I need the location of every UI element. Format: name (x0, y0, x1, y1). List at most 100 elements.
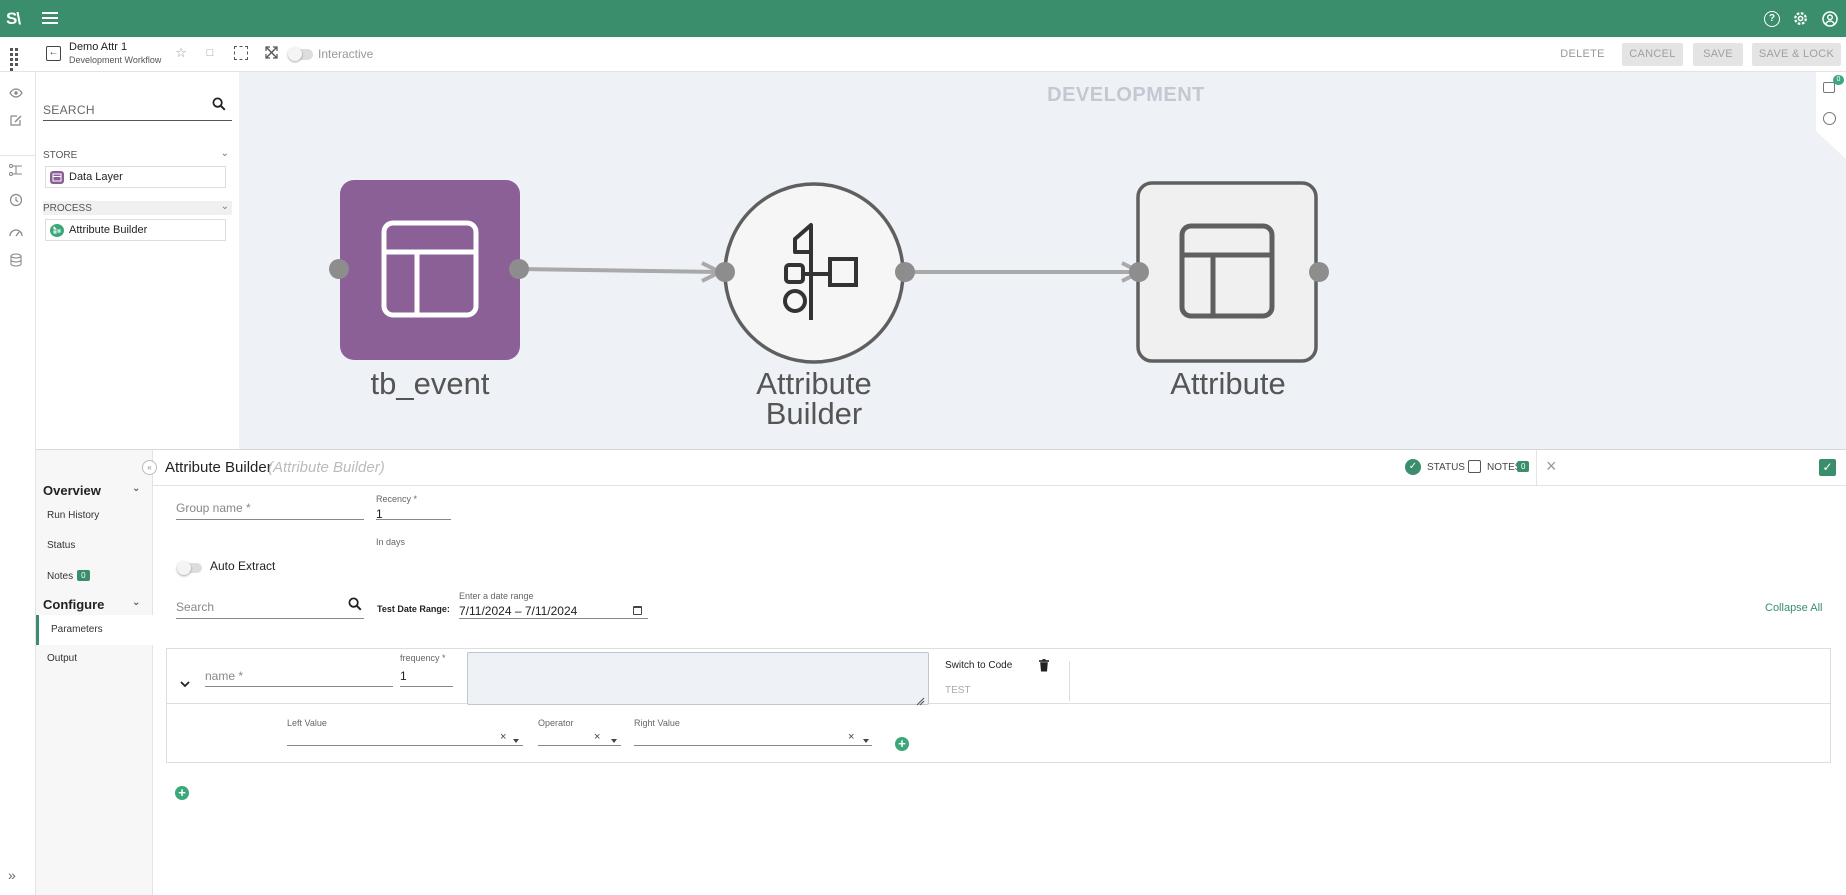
palette-item-attribute-builder[interactable]: Attribute Builder (45, 219, 226, 241)
operator-label: Operator (538, 718, 574, 728)
node-attribute-input-port[interactable] (1129, 262, 1149, 282)
dropdown-arrow-icon[interactable] (863, 739, 869, 743)
parameter-search-input[interactable]: Search (176, 595, 364, 619)
save-button[interactable]: SAVE (1693, 43, 1743, 66)
dropdown-arrow-icon[interactable] (611, 739, 617, 743)
palette-group-store[interactable]: STORE ⌄ (43, 148, 232, 162)
collapse-all-button[interactable]: Collapse All (1765, 602, 1822, 614)
node-label-attribute: Attribute (1128, 368, 1328, 399)
attribute-name-field[interactable]: name * (205, 665, 393, 687)
add-condition-button[interactable]: + (895, 737, 909, 751)
left-value-field[interactable]: Left Value (287, 718, 523, 746)
frequency-field[interactable]: frequency * 1 (400, 653, 453, 687)
delete-icon[interactable] (1039, 659, 1049, 672)
chevron-down-icon[interactable]: ⌄ (132, 597, 140, 608)
sidenav-item-parameters[interactable]: Parameters (36, 615, 153, 645)
node-attribute-output-port[interactable] (1309, 262, 1329, 282)
recency-label: Recency * (376, 494, 418, 504)
frequency-value: 1 (400, 669, 407, 683)
close-icon[interactable]: × (1546, 456, 1557, 477)
select-area-icon[interactable] (234, 46, 248, 60)
view-icon[interactable] (9, 85, 23, 103)
chevron-down-icon[interactable]: ⌄ (221, 201, 229, 212)
sidenav-item-status[interactable]: Status (47, 540, 75, 551)
save-and-lock-button[interactable]: SAVE & LOCK (1752, 43, 1841, 66)
search-icon[interactable] (348, 597, 362, 611)
sidenav-configure-header[interactable]: Configure ⌄ (43, 597, 140, 612)
expand-rail-icon[interactable]: » (8, 867, 16, 883)
search-icon[interactable] (212, 97, 226, 111)
app-logo[interactable]: S\ (6, 9, 21, 29)
lock-icon[interactable]: □ (203, 46, 217, 60)
palette-item-data-layer[interactable]: Data Layer (45, 166, 226, 188)
status-check-icon[interactable]: ✓ (1405, 459, 1421, 475)
right-value-field[interactable]: Right Value (634, 718, 872, 746)
sidenav-item-output[interactable]: Output (47, 653, 77, 664)
star-icon[interactable]: ☆ (174, 46, 188, 60)
expression-textarea[interactable] (467, 652, 929, 705)
group-name-placeholder: Group name * (176, 501, 251, 515)
notes-icon[interactable] (1468, 460, 1481, 473)
fit-view-icon[interactable] (264, 45, 279, 60)
clear-icon[interactable]: × (500, 731, 506, 743)
back-icon[interactable]: ← (46, 46, 61, 61)
operator-field[interactable]: Operator (538, 718, 621, 746)
sidenav-section-label: Overview (43, 483, 101, 498)
dropdown-arrow-icon[interactable] (513, 739, 519, 743)
palette-group-label: STORE (43, 150, 78, 161)
chevron-down-icon[interactable]: ⌄ (221, 148, 229, 159)
help-icon[interactable]: ? (1764, 11, 1780, 27)
clear-icon[interactable]: × (594, 731, 600, 743)
clear-icon[interactable]: × (848, 731, 854, 743)
account-icon[interactable] (1822, 11, 1838, 27)
workflow-title: Demo Attr 1 (69, 41, 128, 53)
test-button[interactable]: TEST (945, 685, 971, 696)
calendar-icon[interactable] (633, 606, 642, 615)
node-attribute-builder-output-port[interactable] (895, 262, 915, 282)
sidenav-item-run-history[interactable]: Run History (47, 510, 99, 521)
node-attribute-builder-input-port[interactable] (715, 262, 735, 282)
apps-grid-icon[interactable] (10, 48, 23, 71)
database-icon[interactable] (9, 253, 23, 272)
node-tb-event[interactable] (340, 180, 520, 360)
confirm-button[interactable]: ✓ (1819, 459, 1836, 476)
left-rail: » (0, 72, 36, 895)
interactive-toggle[interactable] (288, 47, 313, 61)
node-tb-event-input-port[interactable] (329, 259, 349, 279)
delete-button[interactable]: DELETE (1553, 43, 1612, 66)
node-attribute[interactable] (1136, 181, 1318, 363)
resize-handle-icon[interactable] (916, 693, 925, 706)
palette-search-input[interactable]: SEARCH (43, 101, 232, 121)
node-label-line: Attribute (756, 366, 872, 401)
palette-group-process[interactable]: PROCESS ⌄ (43, 201, 232, 215)
date-range-field[interactable]: Enter a date range 7/11/2024 – 7/11/2024 (459, 591, 648, 619)
notification-count-badge: 0 (1833, 75, 1844, 85)
node-tb-event-output-port[interactable] (509, 259, 529, 279)
notes-panel-icon[interactable] (1823, 82, 1835, 93)
switch-to-code-button[interactable]: Switch to Code (945, 660, 1012, 671)
group-name-field[interactable]: Group name * (176, 497, 364, 520)
sidenav-item-notes[interactable]: Notes 0 (47, 570, 90, 582)
menu-icon[interactable] (42, 12, 58, 25)
edge-tb-event-to-attribute-builder[interactable] (518, 261, 722, 283)
gear-icon[interactable] (1792, 10, 1809, 27)
notes-count-badge: 0 (1517, 461, 1530, 472)
edit-icon[interactable] (9, 114, 22, 132)
workflow-canvas[interactable]: DEVELOPMENT tb_event Attribute Builder A… (239, 72, 1846, 449)
dashboard-icon[interactable] (9, 224, 23, 242)
workflow-icon[interactable] (9, 163, 23, 181)
chevron-down-icon[interactable]: ⌄ (132, 483, 140, 494)
run-icon[interactable] (1823, 112, 1836, 125)
left-value-label: Left Value (287, 718, 327, 728)
panel-header: Attribute Builder (Attribute Builder) ✓ … (153, 450, 1846, 486)
node-attribute-builder[interactable] (723, 182, 905, 364)
edge-attribute-builder-to-attribute[interactable] (906, 261, 1142, 283)
recency-field[interactable]: Recency * 1 (376, 494, 451, 521)
chevron-down-icon[interactable] (180, 675, 190, 688)
sidenav-overview-header[interactable]: Overview ⌄ (43, 483, 140, 498)
cancel-button[interactable]: CANCEL (1622, 43, 1683, 66)
add-attribute-button[interactable]: + (175, 786, 189, 800)
status-button[interactable]: STATUS (1427, 462, 1465, 473)
auto-extract-toggle[interactable] (177, 561, 202, 575)
history-icon[interactable] (9, 193, 23, 212)
